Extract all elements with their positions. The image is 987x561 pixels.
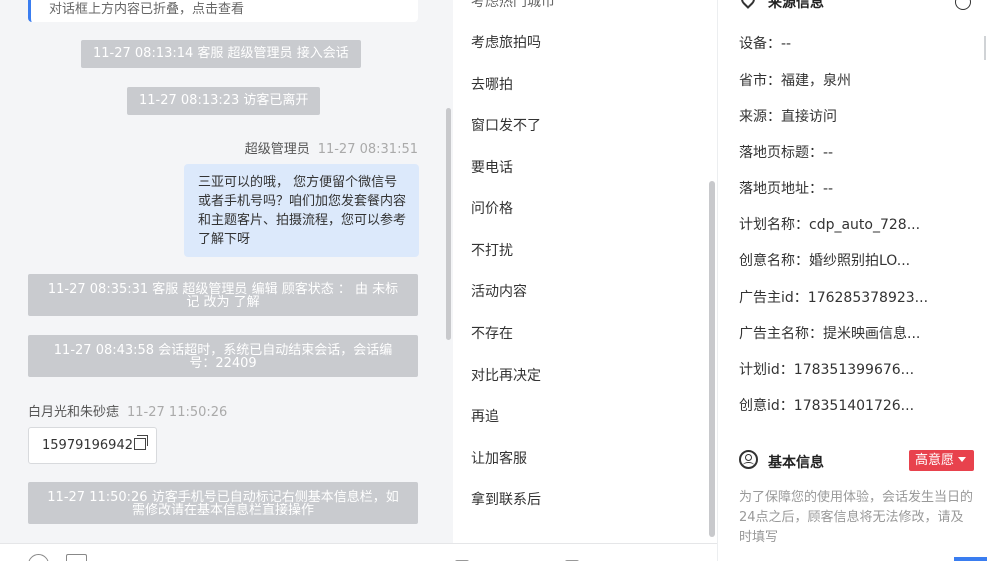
copy-icon[interactable]: [133, 435, 148, 450]
row-value: 178351401726...: [793, 398, 915, 414]
phone-marked-event: 11-27 11:50:26 访客手机号已自动标记右侧基本信息栏，如需修改请在基…: [28, 482, 418, 524]
intent-label: 高意愿: [915, 453, 955, 468]
collapsed-message-text: 对话框上方内容已折叠，点击查看: [49, 2, 245, 17]
quick-reply-item[interactable]: 再追: [471, 406, 499, 426]
row-value: --: [823, 181, 834, 197]
row-label: 广告主名称：: [739, 326, 823, 342]
emoji-icon[interactable]: [28, 554, 49, 561]
chat-toolbar: [0, 543, 453, 561]
agent-sender: 超级管理员 11-27 08:31:51: [245, 138, 418, 157]
map-pin-icon: [738, 0, 758, 9]
visitor-time: 11-27 11:50:26: [127, 405, 228, 420]
caret-down-icon: [958, 457, 967, 462]
row-label: 广告主id：: [739, 290, 808, 306]
customer-info-panel: 来源信息 设备：-- 省市：福建，泉州 来源：直接访问 落地页标题：-- 落地页…: [717, 0, 987, 561]
row-value: 福建，泉州: [781, 73, 851, 89]
quick-reply-item[interactable]: 不打扰: [471, 240, 513, 260]
row-value: 178351399676...: [793, 362, 915, 378]
info-row-creative-name: 创意名称：婚纱照别拍LO...: [739, 250, 910, 270]
agent-name: 超级管理员: [244, 142, 310, 157]
visitor-phone-message[interactable]: 15979196942: [28, 427, 157, 464]
chat-scrollbar[interactable]: [446, 108, 451, 340]
quick-reply-scrollbar[interactable]: [709, 181, 715, 537]
row-label: 创意id：: [739, 398, 794, 414]
info-row-plan-id: 计划id：178351399676...: [739, 359, 914, 379]
panel-edge-handle[interactable]: [984, 36, 986, 60]
row-label: 设备：: [739, 36, 781, 52]
visitor-sender: 白月光和朱砂痣 11-27 11:50:26: [28, 401, 227, 420]
system-event: 11-27 08:13:14 客服 超级管理员 接入会话: [81, 40, 361, 68]
row-label: 落地页地址：: [739, 181, 823, 197]
quick-reply-item-partial[interactable]: 考虑热门城市: [471, 0, 555, 11]
quick-reply-footer: [453, 543, 717, 561]
row-label: 省市：: [739, 73, 781, 89]
row-value: 176285378923...: [807, 290, 929, 306]
row-label: 来源：: [739, 109, 781, 125]
row-value: --: [823, 145, 834, 161]
quick-reply-item[interactable]: 拿到联系后: [471, 489, 541, 509]
intent-dropdown[interactable]: 高意愿: [909, 450, 974, 471]
image-icon[interactable]: [66, 554, 87, 561]
status-change-event: 11-27 08:35:31 客服 超级管理员 编辑 顾客状态 ： 由 未标记 …: [28, 274, 418, 316]
row-value: 婚纱照别拍LO...: [809, 253, 911, 269]
info-row-source: 来源：直接访问: [739, 106, 837, 126]
source-info-title: 来源信息: [768, 0, 824, 11]
info-row-city: 省市：福建，泉州: [739, 70, 851, 90]
edit-notice: 为了保障您的使用体验，会话发生当日的24点之后，顾客信息将无法修改，请及时填写: [739, 490, 974, 545]
info-row-landing-url: 落地页地址：--: [739, 178, 833, 198]
basic-info-title: 基本信息: [768, 455, 824, 471]
info-row-creative-id: 创意id：178351401726...: [739, 395, 914, 415]
agent-time: 11-27 08:31:51: [317, 142, 418, 157]
chat-panel: 对话框上方内容已折叠，点击查看 11-27 08:13:14 客服 超级管理员 …: [0, 0, 453, 561]
quick-reply-item[interactable]: 问价格: [471, 198, 513, 218]
quick-reply-item[interactable]: 让加客服: [471, 448, 527, 468]
row-value: 提米映画信息...: [823, 326, 921, 342]
visitor-phone: 15979196942: [42, 438, 133, 453]
agent-message-bubble: 三亚可以的哦， 您方便留个微信号或者手机号吗？咱们加您发套餐内容和主题客片、拍摄…: [184, 164, 419, 257]
info-row-plan-name: 计划名称：cdp_auto_728...: [739, 214, 920, 234]
quick-reply-item[interactable]: 窗口发不了: [471, 115, 541, 135]
quick-reply-item[interactable]: 不存在: [471, 323, 513, 343]
info-row-advertiser-id: 广告主id：176285378923...: [739, 287, 928, 307]
info-row-landing-title: 落地页标题：--: [739, 142, 833, 162]
collapsed-message[interactable]: 对话框上方内容已折叠，点击查看: [28, 0, 418, 22]
quick-reply-item[interactable]: 对比再决定: [471, 365, 541, 385]
user-circle-icon: [739, 450, 758, 469]
quick-reply-item[interactable]: 活动内容: [471, 281, 527, 301]
row-value: --: [781, 36, 792, 52]
row-value: cdp_auto_728...: [809, 217, 921, 233]
info-row-advertiser-name: 广告主名称：提米映画信息...: [739, 323, 920, 343]
settings-icon[interactable]: [955, 0, 971, 10]
system-event: 11-27 08:13:23 访客已离开: [127, 87, 321, 115]
info-row-device: 设备：--: [739, 33, 791, 53]
row-label: 计划id：: [739, 362, 794, 378]
quick-reply-panel: 考虑热门城市 考虑旅拍吗 去哪拍 窗口发不了 要电话 问价格 不打扰 活动内容 …: [453, 0, 717, 561]
timeout-event: 11-27 08:43:58 会话超时，系统已自动结束会话，会话编号：22409: [28, 335, 418, 377]
quick-reply-item[interactable]: 要电话: [471, 157, 513, 177]
visitor-name: 白月光和朱砂痣: [28, 405, 120, 420]
save-button-partial[interactable]: [954, 557, 987, 561]
quick-reply-item[interactable]: 去哪拍: [471, 74, 513, 94]
row-label: 创意名称：: [739, 253, 809, 269]
row-label: 落地页标题：: [739, 145, 823, 161]
row-value: 直接访问: [781, 109, 837, 125]
row-label: 计划名称：: [739, 217, 809, 233]
quick-reply-item[interactable]: 考虑旅拍吗: [471, 32, 541, 52]
